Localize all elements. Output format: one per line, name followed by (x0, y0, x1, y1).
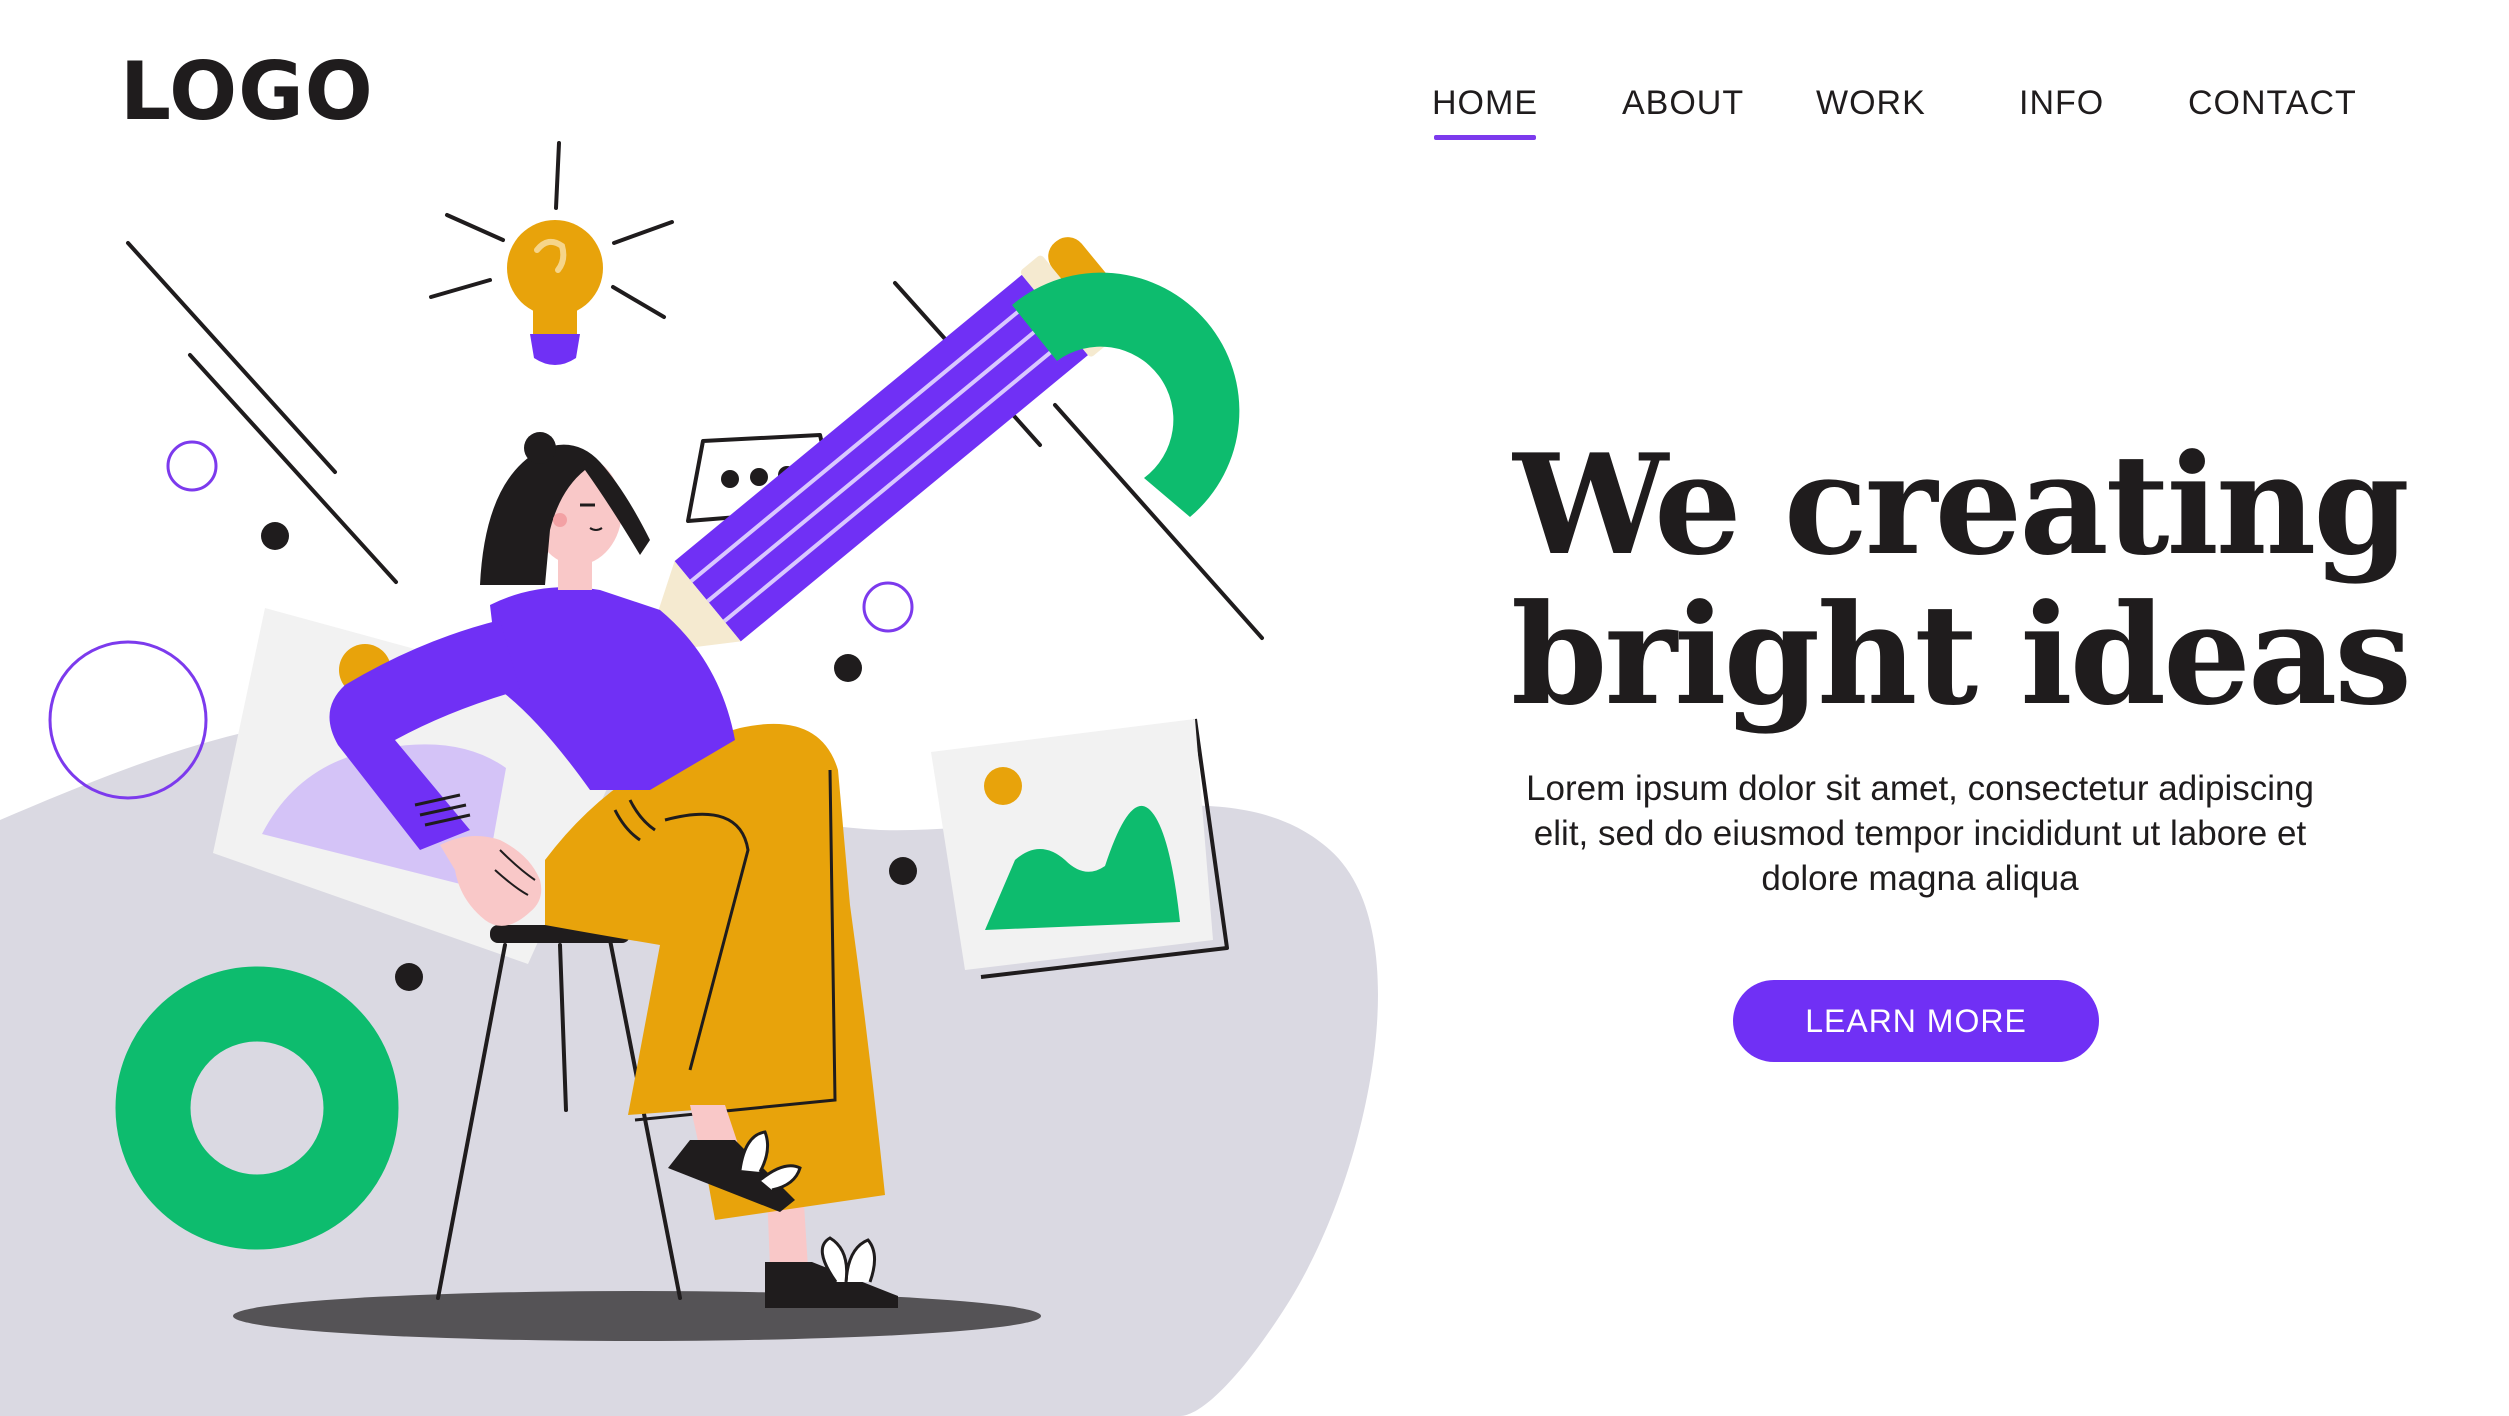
hero-description: Lorem ipsum dolor sit amet, consectetur … (1440, 766, 2400, 901)
nav-about[interactable]: ABOUT (1622, 86, 1744, 120)
nav-home[interactable]: HOME (1432, 86, 1538, 140)
nav-work[interactable]: WORK (1816, 86, 1926, 120)
floor-shadow (233, 1291, 1041, 1341)
hero-description-line: Lorem ipsum dolor sit amet, consectetur … (1526, 769, 2314, 808)
nav-contact[interactable]: CONTACT (2188, 86, 2357, 120)
lightbulb-icon (429, 141, 674, 365)
hero-title: We creating bright ideas (1440, 430, 2480, 730)
green-arc-shape (1012, 272, 1240, 517)
hero-description-line: dolore magna aliqua (1761, 859, 2079, 898)
outline-circle-small (862, 581, 914, 633)
logo[interactable]: LOGO (120, 52, 374, 132)
hero-title-line-2: bright ideas (1510, 573, 2412, 736)
outline-circle-small (166, 440, 218, 492)
hero-description-line: elit, sed do eiusmod tempor incididunt u… (1533, 814, 2307, 853)
learn-more-button[interactable]: LEARN MORE (1733, 980, 2099, 1062)
nav-info[interactable]: INFO (2019, 86, 2104, 120)
image-card-right (931, 718, 1229, 979)
hero-title-line-1: We creating (1513, 423, 2410, 586)
